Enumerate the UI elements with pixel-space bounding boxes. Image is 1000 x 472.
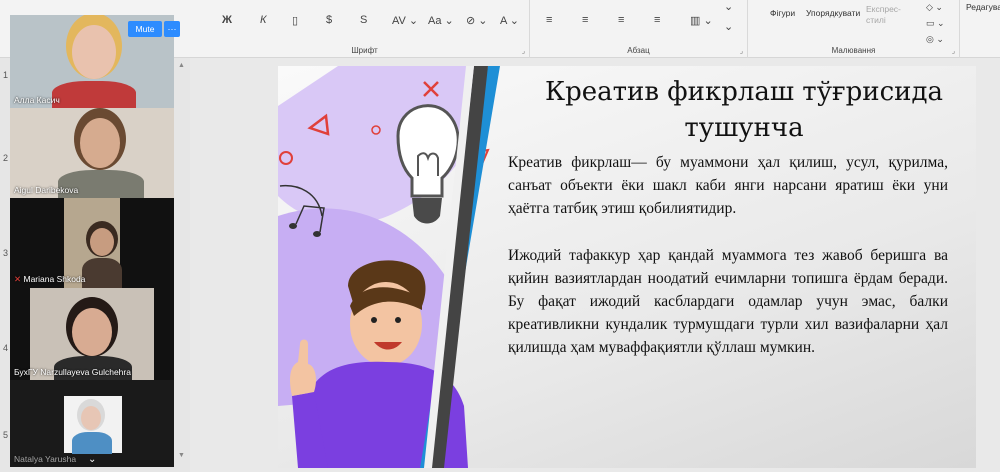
text-direction-button[interactable]: ⌄ (724, 0, 733, 13)
slide-title[interactable]: Креатив фикрлаш тўғрисида тушунча (534, 74, 954, 146)
participant-name: БухГУ Narzullayeva Gulchehra (14, 367, 131, 377)
italic-button[interactable]: К (260, 14, 266, 26)
mute-button[interactable]: Mute (128, 21, 162, 37)
boy-eye (371, 317, 377, 323)
slide-canvas[interactable]: Креатив фикрлаш тўғрисида тушунча Креати… (278, 66, 976, 468)
participant-head (81, 406, 101, 430)
change-case-button[interactable]: Aa ⌄ (428, 14, 454, 27)
participant-tile[interactable]: Natalya Yarusha ⌄ (10, 380, 174, 467)
participant-shirt (72, 432, 112, 454)
strikethrough-button[interactable]: $ (326, 14, 332, 26)
participant-name: Алла Касич (14, 95, 60, 105)
music-note-head (289, 223, 297, 229)
thumbnail-number: 2 (3, 153, 9, 163)
participant-head (80, 118, 120, 168)
paragraph-group: ≡ ≡ ≡ ≡ ▥ ⌄ ⌄ ⌄ Абзац ⌟ (530, 0, 748, 58)
participant-tile[interactable]: Aigul Daribekova (10, 108, 174, 198)
slide-paragraph-2[interactable]: Ижодий тафаккур ҳар қандай муаммога тез … (508, 244, 948, 359)
participant-shirt (82, 258, 122, 288)
justify-button[interactable]: ≡ (654, 14, 660, 26)
editing-button[interactable]: Редагува (966, 2, 1000, 12)
drawing-group: Фігури Упорядкувати Експрес-стилі ◇ ⌄ ▭ … (748, 0, 960, 58)
thumbnail-number: 4 (3, 343, 9, 353)
font-dialog-launcher-icon[interactable]: ⌟ (522, 47, 525, 55)
align-center-button[interactable]: ≡ (582, 14, 588, 26)
highlight-button[interactable]: ⊘ ⌄ (466, 14, 488, 27)
columns-button[interactable]: ▥ ⌄ (690, 14, 713, 27)
thumbnail-number: 1 (3, 70, 9, 80)
shape-fill-button[interactable]: ◇ ⌄ (926, 2, 943, 13)
char-spacing-button[interactable]: AV ⌄ (392, 14, 418, 27)
participant-name: Aigul Daribekova (14, 185, 79, 195)
participant-head (72, 25, 116, 79)
shape-outline-button[interactable]: ▭ ⌄ (926, 18, 945, 29)
thumbnail-scrollbar[interactable]: ▲ ▼ (178, 62, 186, 462)
shadow-button[interactable]: S (360, 14, 367, 26)
participant-shirt (52, 81, 136, 108)
paragraph-dialog-launcher-icon[interactable]: ⌟ (740, 47, 743, 55)
participant-name: Natalya Yarusha (14, 454, 77, 464)
drawing-group-label: Малювання (831, 46, 876, 55)
arrange-button[interactable]: Упорядкувати (806, 8, 860, 18)
slide-paragraph-1[interactable]: Креатив фикрлаш— бу муаммони ҳал қилиш, … (508, 151, 948, 220)
zoom-video-panel: Алла Касич Mute ··· Aigul Daribekova ✕ M… (10, 15, 180, 467)
font-color-button[interactable]: A ⌄ (500, 14, 519, 27)
chevron-down-icon[interactable]: ⌄ (88, 454, 96, 465)
font-group-label: Шрифт (351, 46, 378, 55)
thumbnail-number: 3 (3, 248, 9, 258)
align-right-button[interactable]: ≡ (618, 14, 624, 26)
participant-name: ✕ Mariana Shkoda (14, 274, 85, 285)
participant-tile[interactable]: ✕ Mariana Shkoda (10, 198, 174, 288)
underline-button[interactable]: ▯ (292, 14, 298, 27)
participant-head (90, 228, 114, 256)
participant-tile-active[interactable]: БухГУ Narzullayeva Gulchehra (10, 288, 174, 380)
bold-button[interactable]: Ж (222, 14, 232, 26)
muted-mic-icon: ✕ (14, 274, 22, 284)
more-options-button[interactable]: ··· (164, 21, 180, 37)
participant-name-text: Mariana Shkoda (23, 274, 86, 284)
participant-head (72, 308, 112, 356)
shape-effects-button[interactable]: ◎ ⌄ (926, 34, 944, 45)
music-note-head (313, 231, 321, 237)
scroll-up-icon[interactable]: ▲ (178, 62, 185, 69)
drawing-dialog-launcher-icon[interactable]: ⌟ (952, 47, 955, 55)
scroll-down-icon[interactable]: ▼ (178, 452, 185, 459)
express-styles-button[interactable]: Експрес-стилі (866, 4, 906, 26)
font-group: Ж К ▯ $ S AV ⌄ Aa ⌄ ⊘ ⌄ A ⌄ Шрифт ⌟ (200, 0, 530, 58)
paragraph-group-label: Абзац (627, 46, 650, 55)
align-left-button[interactable]: ≡ (546, 14, 552, 26)
shapes-button[interactable]: Фігури (770, 8, 795, 18)
boy-eye (395, 317, 401, 323)
align-text-button[interactable]: ⌄ (724, 20, 733, 33)
thumbnail-number: 5 (3, 430, 9, 440)
light-bulb-base (412, 198, 442, 224)
